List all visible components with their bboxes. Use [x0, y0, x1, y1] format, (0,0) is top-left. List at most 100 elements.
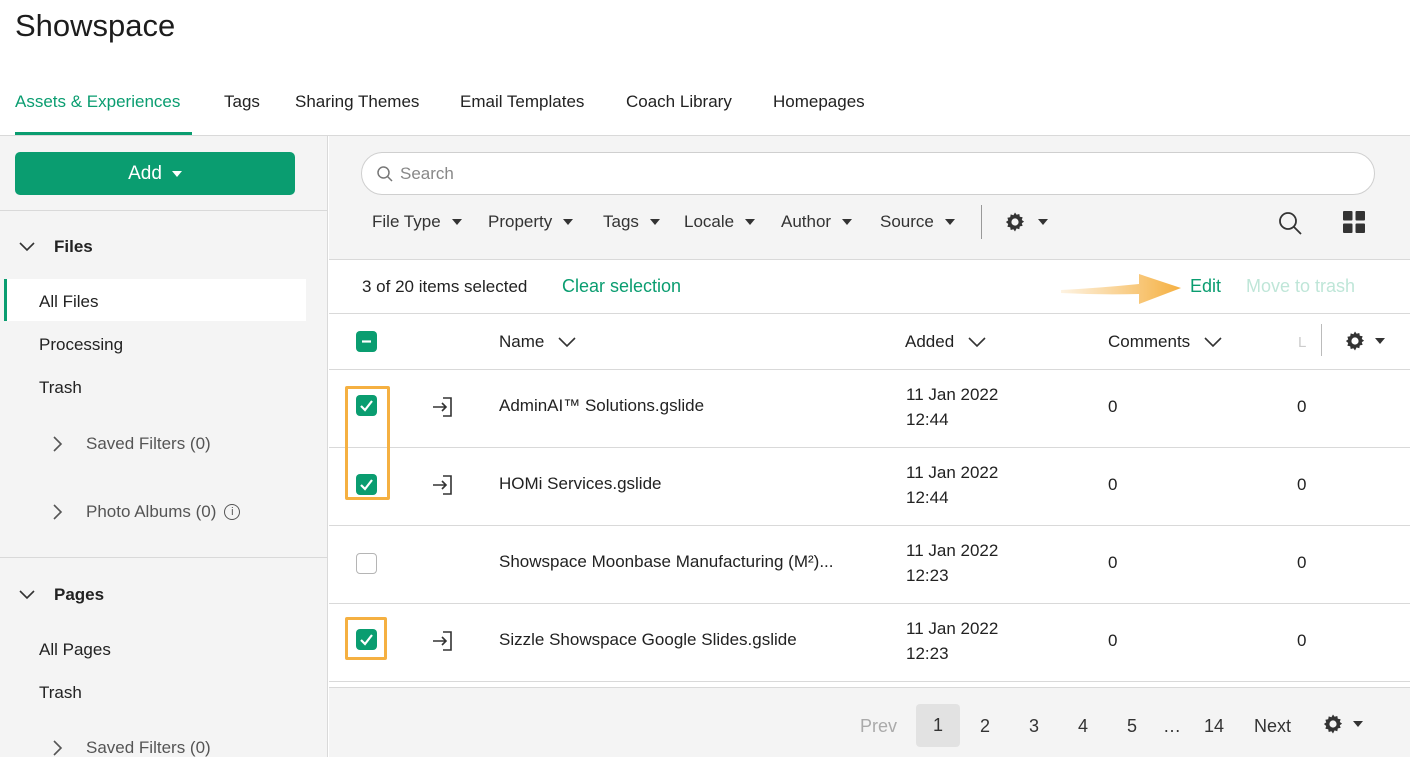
gear-icon: [1345, 331, 1365, 351]
add-button[interactable]: Add: [15, 152, 295, 195]
divider: [0, 557, 327, 558]
file-name[interactable]: AdminAI™ Solutions.gslide: [499, 396, 704, 416]
sidebar-item-all-pages[interactable]: All Pages: [39, 640, 111, 660]
info-icon[interactable]: i: [224, 504, 241, 520]
page-3-button[interactable]: 3: [1029, 716, 1039, 737]
next-page-button[interactable]: Next: [1254, 716, 1291, 737]
filter-label: File Type: [372, 212, 441, 231]
filter-author[interactable]: Author: [781, 212, 853, 232]
column-name-header[interactable]: Name: [499, 332, 576, 352]
filter-property[interactable]: Property: [488, 212, 574, 232]
caret-down-icon: [1038, 219, 1048, 225]
gear-icon: [1323, 714, 1343, 734]
search-input[interactable]: [400, 163, 1300, 184]
caret-down-icon: [745, 219, 756, 225]
tab-email-templates[interactable]: Email Templates: [460, 92, 584, 112]
sidebar: Add Files All Files Processing Trash Sav…: [0, 136, 328, 757]
column-label: Added: [905, 332, 955, 351]
move-to-trash-link[interactable]: Move to trash: [1246, 276, 1355, 297]
main-tabs: Assets & Experiences Tags Sharing Themes…: [0, 80, 1410, 136]
sidebar-item-all-files[interactable]: All Files: [39, 292, 99, 312]
caret-down-icon: [944, 219, 955, 225]
filter-tags[interactable]: Tags: [603, 212, 660, 232]
added-date: 11 Jan 2022: [906, 541, 999, 560]
sidebar-item-processing[interactable]: Processing: [39, 335, 123, 355]
page-5-button[interactable]: 5: [1127, 716, 1137, 737]
sidebar-item-trash[interactable]: Trash: [39, 378, 82, 398]
open-in-icon[interactable]: [431, 395, 455, 419]
tab-coach-library[interactable]: Coach Library: [626, 92, 732, 112]
added-datetime: 11 Jan 2022 12:44: [906, 382, 998, 432]
filter-file-type[interactable]: File Type: [372, 212, 462, 232]
column-l-header[interactable]: L: [1298, 334, 1306, 351]
divider: [981, 205, 982, 239]
page-2-button[interactable]: 2: [980, 716, 990, 737]
comments-count: 0: [1108, 397, 1118, 416]
tab-sharing-themes[interactable]: Sharing Themes: [295, 92, 419, 112]
page-1-button[interactable]: 1: [916, 704, 960, 747]
table-row[interactable]: Showspace Moonbase Manufacturing (M²)...…: [329, 526, 1410, 604]
file-name[interactable]: Showspace Moonbase Manufacturing (M²)...: [499, 552, 834, 572]
l-count: 0: [1297, 475, 1307, 494]
edit-link[interactable]: Edit: [1190, 276, 1221, 297]
files-section-toggle[interactable]: Files: [18, 237, 93, 257]
caret-down-icon: [842, 219, 853, 225]
added-datetime: 11 Jan 2022 12:23: [906, 616, 998, 666]
open-in-icon[interactable]: [431, 629, 455, 653]
filter-label: Source: [880, 212, 934, 231]
minus-icon: [362, 340, 371, 343]
chevron-right-icon: [53, 740, 63, 756]
added-time: 12:44: [906, 488, 949, 507]
search-icon[interactable]: [1277, 210, 1303, 236]
file-name[interactable]: HOMi Services.gslide: [499, 474, 662, 494]
chevron-down-icon: [19, 590, 35, 600]
select-all-checkbox[interactable]: [356, 331, 377, 352]
row-checkbox[interactable]: [356, 553, 377, 574]
pagination-settings-button[interactable]: [1321, 712, 1363, 736]
file-name[interactable]: Sizzle Showspace Google Slides.gslide: [499, 630, 797, 650]
chevron-down-icon: [968, 337, 986, 348]
sidebar-item-pages-trash[interactable]: Trash: [39, 683, 82, 703]
prev-page-button[interactable]: Prev: [860, 716, 897, 737]
added-date: 11 Jan 2022: [906, 463, 999, 482]
pages-saved-filters-label: Saved Filters (0): [86, 738, 211, 757]
filter-label: Locale: [684, 212, 735, 231]
tab-assets-experiences[interactable]: Assets & Experiences: [15, 92, 180, 112]
pages-section-toggle[interactable]: Pages: [18, 585, 104, 605]
pages-saved-filters-toggle[interactable]: Saved Filters (0): [50, 738, 211, 757]
tab-homepages[interactable]: Homepages: [773, 92, 865, 112]
filter-source[interactable]: Source: [880, 212, 955, 232]
caret-down-icon: [451, 219, 462, 225]
filter-locale[interactable]: Locale: [684, 212, 756, 232]
filter-toolbar: File Type Property Tags Locale Author So…: [329, 136, 1410, 260]
clear-selection-link[interactable]: Clear selection: [562, 276, 681, 297]
filter-settings-button[interactable]: [1003, 210, 1048, 234]
l-count: 0: [1297, 631, 1307, 650]
caret-down-icon: [1353, 721, 1363, 727]
tab-tags[interactable]: Tags: [224, 92, 260, 112]
pagination-ellipsis: …: [1163, 716, 1181, 736]
table-row[interactable]: Sizzle Showspace Google Slides.gslide 11…: [329, 604, 1410, 682]
added-datetime: 11 Jan 2022 12:23: [906, 538, 998, 588]
chevron-down-icon: [1204, 337, 1222, 348]
selection-count: 3 of 20 items selected: [362, 277, 528, 296]
saved-filters-toggle[interactable]: Saved Filters (0): [50, 434, 211, 454]
column-settings-button[interactable]: [1343, 329, 1385, 353]
table-row[interactable]: HOMi Services.gslide 11 Jan 2022 12:44 0 …: [329, 448, 1410, 526]
filter-label: Tags: [603, 212, 639, 231]
table-header: Name Added Comments L: [329, 314, 1410, 370]
files-heading: Files: [54, 237, 93, 256]
column-added-header[interactable]: Added: [905, 332, 986, 352]
photo-albums-toggle[interactable]: Photo Albums (0) i: [50, 502, 241, 522]
search-box[interactable]: [361, 152, 1375, 195]
open-in-icon[interactable]: [431, 473, 455, 497]
divider: [1321, 324, 1322, 356]
page-14-button[interactable]: 14: [1204, 716, 1224, 737]
table-row[interactable]: AdminAI™ Solutions.gslide 11 Jan 2022 12:…: [329, 370, 1410, 448]
column-comments-header[interactable]: Comments: [1108, 332, 1222, 352]
grid-view-icon[interactable]: [1343, 211, 1365, 233]
page-4-button[interactable]: 4: [1078, 716, 1088, 737]
gear-icon: [1005, 212, 1025, 232]
divider: [0, 210, 327, 211]
active-tab-indicator: [15, 132, 192, 135]
